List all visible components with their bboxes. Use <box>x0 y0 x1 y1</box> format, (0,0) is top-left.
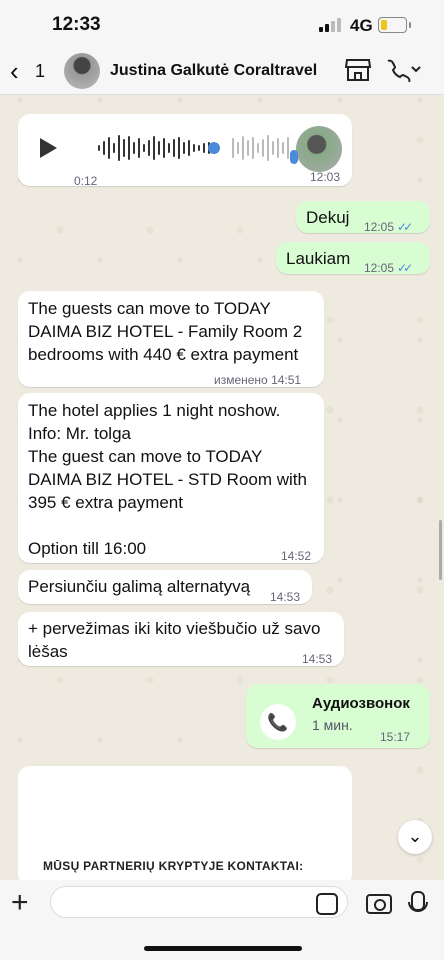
phone-icon[interactable] <box>384 58 422 82</box>
microphone-icon <box>290 150 298 164</box>
audio-call-bubble[interactable]: 📞 Аудиозвонок 1 мин. 15:17 <box>246 684 430 748</box>
scrollbar[interactable] <box>439 520 442 580</box>
microphone-icon[interactable] <box>408 891 428 912</box>
voice-message-bubble[interactable]: 0:12 12:03 <box>18 114 352 188</box>
outgoing-message[interactable]: Laukiam 12:05 ✓✓ <box>276 242 430 275</box>
message-time: 15:17 <box>380 730 411 744</box>
message-text: Laukiam <box>286 249 351 268</box>
plus-icon[interactable]: + <box>11 886 29 920</box>
chat-header: ‹ 1 Justina Galkutė Coraltravel <box>0 50 444 95</box>
message-text: The guests can move to TODAY DAIMA BIZ H… <box>28 299 303 364</box>
message-time: 12:05 <box>364 220 395 234</box>
status-bar: 12:33 4G <box>0 0 444 50</box>
read-ticks-icon: ✓✓ <box>397 261 413 275</box>
unread-count[interactable]: 1 <box>35 61 45 82</box>
message-time: изменено 14:51 <box>214 373 302 387</box>
play-icon[interactable] <box>40 138 57 158</box>
contact-name[interactable]: Justina Galkutė Coraltravel <box>110 62 317 80</box>
home-indicator <box>144 946 302 951</box>
battery-icon <box>378 17 411 33</box>
back-chevron-icon[interactable]: ‹ <box>10 56 19 87</box>
call-title: Аудиозвонок <box>312 695 410 712</box>
incoming-message[interactable]: Persiunčiu galimą alternatyvą 14:53 <box>18 570 312 604</box>
message-text: Dekuj <box>306 208 350 227</box>
contact-avatar[interactable] <box>64 53 100 89</box>
voice-waveform[interactable] <box>98 134 289 162</box>
incoming-message[interactable]: The guests can move to TODAY DAIMA BIZ H… <box>18 291 324 387</box>
message-time: 12:05 <box>364 261 395 275</box>
partner-contacts-card[interactable]: MŪSŲ PARTNERIŲ KRYPTYJE KONTAKTAI: <box>18 766 352 886</box>
message-time: 14:53 <box>270 590 301 604</box>
scroll-down-chevron-icon[interactable]: ⌄ <box>398 820 432 854</box>
outgoing-call-icon: 📞 <box>260 704 296 740</box>
card-title: MŪSŲ PARTNERIŲ KRYPTYJE KONTAKTAI: <box>43 859 304 873</box>
status-time: 12:33 <box>52 14 101 35</box>
message-time: 14:53 <box>302 652 333 666</box>
camera-icon[interactable] <box>366 894 392 914</box>
network-label: 4G <box>350 16 373 35</box>
message-text: + pervežimas iki kito viešbučio už savo … <box>28 619 321 661</box>
outgoing-message[interactable]: Dekuj 12:05 ✓✓ <box>296 201 430 234</box>
signal-icon <box>319 18 341 32</box>
message-time: 12:03 <box>310 170 341 184</box>
voice-duration: 0:12 <box>74 174 98 188</box>
incoming-message[interactable]: The hotel applies 1 night noshow. Info: … <box>18 393 324 563</box>
message-text: The hotel applies 1 night noshow. Info: … <box>28 401 307 558</box>
read-ticks-icon: ✓✓ <box>397 220 413 234</box>
call-duration: 1 мин. <box>312 717 353 733</box>
playback-position-dot[interactable] <box>208 142 220 154</box>
store-icon[interactable] <box>345 58 371 82</box>
message-input[interactable] <box>50 886 348 918</box>
sticker-icon[interactable] <box>316 893 338 915</box>
incoming-message[interactable]: + pervežimas iki kito viešbučio už savo … <box>18 612 344 666</box>
message-time: 14:52 <box>281 549 312 563</box>
message-text: Persiunčiu galimą alternatyvą <box>28 577 251 596</box>
